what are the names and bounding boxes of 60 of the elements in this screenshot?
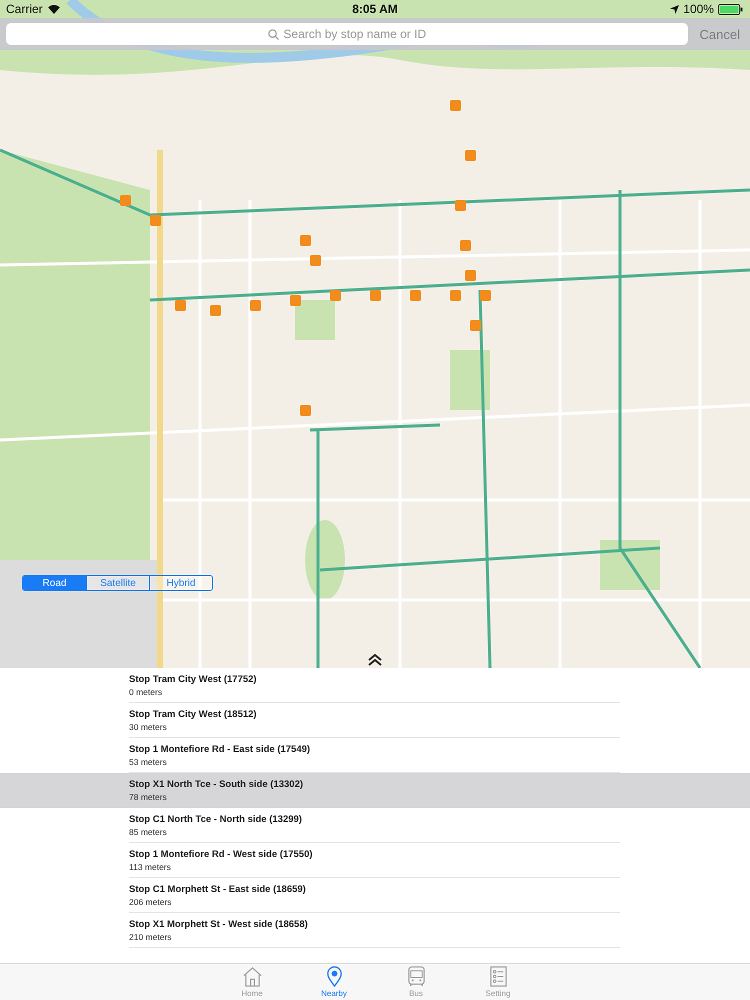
stop-distance: 53 meters bbox=[129, 756, 168, 766]
stop-distance: 78 meters bbox=[129, 792, 168, 802]
bus-stop-marker[interactable] bbox=[470, 320, 481, 331]
map-type-segment[interactable]: Road bbox=[23, 576, 86, 590]
house-icon bbox=[242, 966, 262, 987]
search-field[interactable]: Search by stop name or ID bbox=[6, 23, 688, 45]
stop-distance: 85 meters bbox=[129, 826, 168, 836]
bus-stop-marker[interactable] bbox=[310, 255, 321, 266]
checklist-icon bbox=[488, 966, 508, 987]
carrier-name: Carrier bbox=[6, 2, 43, 16]
bus-icon bbox=[406, 966, 426, 987]
park-area bbox=[295, 300, 335, 340]
bus-stop-marker[interactable] bbox=[410, 290, 421, 301]
bus-stop-marker[interactable] bbox=[450, 290, 461, 301]
stop-distance: 206 meters bbox=[129, 896, 173, 906]
park-area bbox=[450, 350, 490, 410]
stop-distance: 113 meters bbox=[129, 862, 172, 872]
stop-name: Stop X1 North Tce - South side (13302) bbox=[129, 778, 304, 790]
stop-list-row[interactable]: Stop Tram City West (17752) 0 meters bbox=[0, 668, 750, 703]
stop-distance: 210 meters bbox=[129, 932, 173, 942]
map-type-segment[interactable]: Hybrid bbox=[149, 576, 212, 590]
stop-name: Stop 1 Montefiore Rd - East side (17549) bbox=[129, 744, 312, 754]
stop-list-row[interactable]: Stop X1 Morphett St - West side (18658) 210 meters bbox=[0, 913, 750, 948]
stop-list-row[interactable]: Stop Tram City West (18512) 30 meters bbox=[0, 703, 750, 738]
bus-stop-marker[interactable] bbox=[460, 240, 471, 251]
battery-percentage: 100% bbox=[683, 2, 714, 16]
stop-name: Stop Tram City West (18512) bbox=[129, 708, 258, 720]
stop-list-row[interactable]: Stop C1 Morphett St - East side (18659) 206 meters bbox=[0, 878, 750, 913]
bus-stop-marker[interactable] bbox=[300, 235, 311, 246]
bus-stop-marker[interactable] bbox=[300, 405, 311, 416]
battery-icon bbox=[718, 4, 744, 14]
wifi-icon bbox=[46, 4, 61, 14]
stop-name: Stop C1 Morphett St - East side (18659) bbox=[129, 884, 307, 894]
bus-stop-marker[interactable] bbox=[450, 100, 461, 111]
bus-stop-marker[interactable] bbox=[480, 290, 491, 301]
search-icon bbox=[268, 29, 279, 40]
clock-time: 8:05 AM bbox=[352, 2, 398, 16]
tab-bar-item[interactable]: Nearby bbox=[313, 964, 355, 1000]
bus-stop-marker[interactable] bbox=[465, 150, 476, 161]
stop-list-row[interactable]: Stop 1 Montefiore Rd - West side (17550) 113 meters bbox=[0, 843, 750, 878]
bus-stop-marker[interactable] bbox=[370, 290, 381, 301]
stop-distance: 30 meters bbox=[129, 722, 168, 732]
stop-name: Stop X1 Morphett St - West side (18658) bbox=[129, 918, 309, 930]
bus-stop-marker[interactable] bbox=[290, 295, 301, 306]
bus-stop-marker[interactable] bbox=[175, 300, 186, 311]
stop-list-row[interactable]: Stop C1 North Tce - North side (13299) 85 meters bbox=[0, 808, 750, 843]
bus-stop-marker[interactable] bbox=[210, 305, 221, 316]
expand-chevron-icon[interactable] bbox=[367, 653, 383, 667]
location-arrow-icon bbox=[670, 4, 680, 14]
bus-stop-marker[interactable] bbox=[330, 290, 341, 301]
stop-list-row[interactable]: Stop X1 North Tce - South side (13302) 78 meters bbox=[0, 773, 750, 808]
bus-stop-marker[interactable] bbox=[465, 270, 476, 281]
stop-name: Stop 1 Montefiore Rd - West side (17550) bbox=[129, 848, 314, 860]
stop-name: Stop Tram City West (17752) bbox=[129, 674, 258, 684]
bus-stop-marker[interactable] bbox=[150, 215, 161, 226]
bus-stop-marker[interactable] bbox=[250, 300, 261, 311]
stop-distance: 0 meters bbox=[129, 686, 164, 696]
stop-name: Stop C1 North Tce - North side (13299) bbox=[129, 814, 303, 824]
bus-stop-marker[interactable] bbox=[120, 195, 131, 206]
bus-stop-marker[interactable] bbox=[455, 200, 466, 211]
